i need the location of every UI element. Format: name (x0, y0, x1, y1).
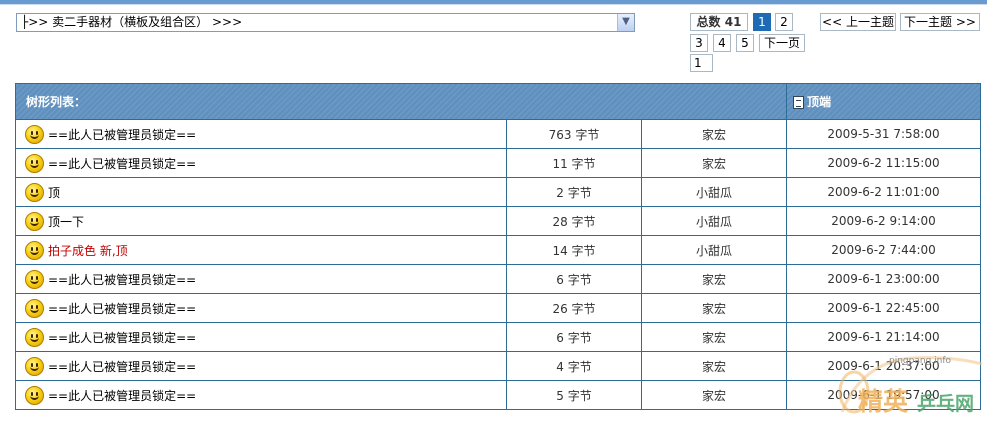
topic-date: 2009-6-1 23:00:00 (786, 264, 981, 294)
total-count: 41 (724, 15, 742, 29)
topic-author[interactable]: 家宏 (641, 380, 787, 410)
topic-title-link[interactable]: ==此人已被管理员锁定== (48, 157, 196, 171)
page-link-4[interactable]: 4 (713, 34, 731, 52)
forum-jump-selected: ├>> 卖二手器材（横板及组合区） >>> (21, 15, 243, 29)
total-label: 总数 (696, 15, 721, 29)
topic-date: 2009-6-1 20:37:00 (786, 351, 981, 381)
prev-topic-button[interactable]: << 上一主题 (820, 13, 896, 31)
topic-title-link[interactable]: ==此人已被管理员锁定== (48, 302, 196, 316)
table-row: ==此人已被管理员锁定== 11 字节 家宏 2009-6-2 11:15:00 (15, 148, 981, 178)
topic-title-link[interactable]: ==此人已被管理员锁定== (48, 389, 196, 403)
smiley-icon (25, 327, 44, 347)
table-row: 顶 2 字节 小甜瓜 2009-6-2 11:01:00 (15, 177, 981, 207)
next-topic-button[interactable]: 下一主题 >> (900, 13, 980, 31)
table-row: ==此人已被管理员锁定== 4 字节 家宏 2009-6-1 20:37:00 (15, 351, 981, 381)
topic-author[interactable]: 家宏 (641, 264, 787, 294)
topic-title-link[interactable]: ==此人已被管理员锁定== (48, 273, 196, 287)
page-link-5[interactable]: 5 (736, 34, 754, 52)
watermark-cn-right: 乒乓网 (917, 393, 975, 415)
top-label: 顶端 (807, 95, 832, 109)
topic-title-cell: ==此人已被管理员锁定== (15, 351, 507, 381)
topic-size: 26 字节 (506, 293, 642, 323)
total-count-box: 总数 41 (690, 13, 748, 31)
topic-title-cell: ==此人已被管理员锁定== (15, 293, 507, 323)
topic-title-link[interactable]: ==此人已被管理员锁定== (48, 360, 196, 374)
topic-author[interactable]: 小甜瓜 (641, 177, 787, 207)
topic-author[interactable]: 家宏 (641, 293, 787, 323)
topic-size: 28 字节 (506, 206, 642, 236)
top-link[interactable]: 顶端 (786, 83, 981, 120)
topic-size: 763 字节 (506, 119, 642, 149)
table-row: 拍子成色 新,顶 14 字节 小甜瓜 2009-6-2 7:44:00 (15, 235, 981, 265)
top-border-light (0, 4, 987, 5)
smiley-icon (25, 269, 44, 289)
topic-title-cell: ==此人已被管理员锁定== (15, 380, 507, 410)
topic-title-cell: ==此人已被管理员锁定== (15, 148, 507, 178)
topic-author[interactable]: 小甜瓜 (641, 206, 787, 236)
topic-size: 6 字节 (506, 264, 642, 294)
smiley-icon (25, 211, 44, 231)
document-icon (793, 96, 804, 109)
topic-title-cell: ==此人已被管理员锁定== (15, 264, 507, 294)
topic-date: 2009-6-2 11:15:00 (786, 148, 981, 178)
table-row: ==此人已被管理员锁定== 763 字节 家宏 2009-5-31 7:58:00 (15, 119, 981, 149)
topic-date: 2009-6-2 7:44:00 (786, 235, 981, 265)
topic-title-cell: 顶一下 (15, 206, 507, 236)
topic-title-link[interactable]: 顶 (48, 186, 60, 200)
table-row: ==此人已被管理员锁定== 26 字节 家宏 2009-6-1 22:45:00 (15, 293, 981, 323)
page-jump-input[interactable]: 1 (690, 54, 713, 72)
smiley-icon (25, 385, 44, 405)
table-row: ==此人已被管理员锁定== 5 字节 家宏 2009-6-1 19:57:00 (15, 380, 981, 410)
page-link-3[interactable]: 3 (690, 34, 708, 52)
topic-author[interactable]: 家宏 (641, 148, 787, 178)
topic-author[interactable]: 家宏 (641, 322, 787, 352)
smiley-icon (25, 356, 44, 376)
forum-jump-select[interactable]: ├>> 卖二手器材（横板及组合区） >>> ▼ (16, 13, 635, 32)
topic-title-cell: 拍子成色 新,顶 (15, 235, 507, 265)
watermark-cn-left: 精英 (858, 387, 909, 416)
topic-size: 11 字节 (506, 148, 642, 178)
topic-author[interactable]: 小甜瓜 (641, 235, 787, 265)
topic-size: 2 字节 (506, 177, 642, 207)
topic-title-cell: ==此人已被管理员锁定== (15, 322, 507, 352)
watermark-url: pingpang.info (889, 356, 952, 366)
topic-tree-table: 树形列表： 顶端 ==此人已被管理员锁定== 763 字节 家宏 2009-5-31 … (15, 83, 981, 410)
topic-date: 2009-5-31 7:58:00 (786, 119, 981, 149)
next-page-button[interactable]: 下一页 (759, 34, 805, 52)
topic-author[interactable]: 家宏 (641, 119, 787, 149)
smiley-icon (25, 153, 44, 173)
table-row: ==此人已被管理员锁定== 6 字节 家宏 2009-6-1 21:14:00 (15, 322, 981, 352)
page-link-1[interactable]: 1 (753, 13, 771, 31)
topic-title-cell: 顶 (15, 177, 507, 207)
topic-title-cell: ==此人已被管理员锁定== (15, 119, 507, 149)
smiley-icon (25, 298, 44, 318)
topic-title-link[interactable]: 顶一下 (48, 215, 84, 229)
tree-list-label: 树形列表： (15, 83, 787, 120)
topic-date: 2009-6-1 21:14:00 (786, 322, 981, 352)
smiley-icon (25, 182, 44, 202)
topic-size: 6 字节 (506, 322, 642, 352)
topic-size: 5 字节 (506, 380, 642, 410)
topic-size: 4 字节 (506, 351, 642, 381)
table-header-row: 树形列表： 顶端 (15, 83, 981, 120)
page-link-2[interactable]: 2 (775, 13, 793, 31)
topic-date: 2009-6-2 9:14:00 (786, 206, 981, 236)
topic-author[interactable]: 家宏 (641, 351, 787, 381)
table-row: 顶一下 28 字节 小甜瓜 2009-6-2 9:14:00 (15, 206, 981, 236)
topic-title-link[interactable]: ==此人已被管理员锁定== (48, 128, 196, 142)
topic-title-link[interactable]: 拍子成色 新,顶 (48, 244, 128, 258)
smiley-icon (25, 124, 44, 144)
table-row: ==此人已被管理员锁定== 6 字节 家宏 2009-6-1 23:00:00 (15, 264, 981, 294)
chevron-down-icon[interactable]: ▼ (617, 14, 634, 31)
topic-date: 2009-6-2 11:01:00 (786, 177, 981, 207)
topic-size: 14 字节 (506, 235, 642, 265)
smiley-icon (25, 240, 44, 260)
topic-date: 2009-6-1 22:45:00 (786, 293, 981, 323)
topic-title-link[interactable]: ==此人已被管理员锁定== (48, 331, 196, 345)
